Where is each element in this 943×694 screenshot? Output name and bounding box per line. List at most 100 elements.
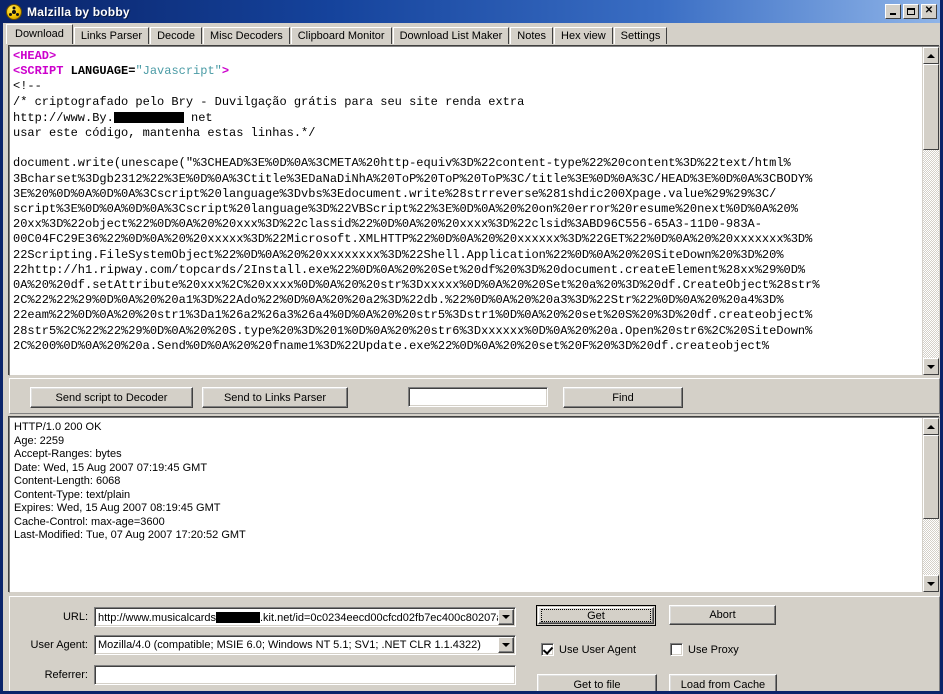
use-proxy-checkbox-row[interactable]: Use Proxy <box>670 643 739 656</box>
minimize-button[interactable] <box>885 4 901 19</box>
window-title: Malzilla by bobby <box>27 4 130 19</box>
referrer-input[interactable] <box>94 665 516 685</box>
tab-label: Decode <box>157 30 195 42</box>
user-agent-combobox[interactable]: Mozilla/4.0 (compatible; MSIE 6.0; Windo… <box>94 635 516 655</box>
button-label: Send script to Decoder <box>55 391 168 404</box>
tab-label: Links Parser <box>80 30 143 42</box>
script-body-line-2: 3E%20%0D%0A%0D%0A%3Cscript%20language%3D… <box>13 186 777 201</box>
url-combobox[interactable]: http://www.musicalcards .kit.net/id=0c023… <box>94 607 516 627</box>
header-line-8: Last-Modified: Tue, 07 Aug 2007 17:20:52… <box>14 529 246 541</box>
script-line-script-tag: <SCRIPT <box>13 64 64 79</box>
button-label: Abort <box>709 609 736 621</box>
script-line-url-post: net <box>183 110 213 125</box>
focus-ring <box>541 609 651 622</box>
header-line-7: Cache-Control: max-age=3600 <box>14 515 165 528</box>
maximize-icon <box>907 8 915 15</box>
chevron-down-icon <box>502 643 510 647</box>
script-source-text[interactable]: <HEAD> <SCRIPT LANGUAGE="Javascript"> <!… <box>10 47 922 375</box>
script-body-line-6: 22Scripting.FileSystemObject%22%0D%0A%20… <box>13 247 784 262</box>
use-user-agent-checkbox-row[interactable]: Use User Agent <box>541 643 636 656</box>
send-script-to-decoder-button[interactable]: Send script to Decoder <box>30 387 193 408</box>
http-headers-text[interactable]: HTTP/1.0 200 OK Age: 2259 Accept-Ranges:… <box>10 418 922 592</box>
chevron-down-icon <box>927 364 935 369</box>
tab-misc-decoders[interactable]: Misc Decoders <box>202 27 290 44</box>
close-button[interactable]: ✕ <box>921 4 937 19</box>
script-vertical-scrollbar[interactable] <box>922 47 939 375</box>
script-line-language-attr: LANGUAGE <box>63 64 129 79</box>
use-user-agent-label: Use User Agent <box>559 643 637 656</box>
find-button[interactable]: Find <box>563 387 683 408</box>
user-agent-label: User Agent: <box>30 639 88 651</box>
headers-scroll-track[interactable] <box>923 435 939 575</box>
tab-clipboard-monitor[interactable]: Clipboard Monitor <box>290 27 392 44</box>
headers-scroll-up-button[interactable] <box>923 418 939 435</box>
use-user-agent-checkbox[interactable] <box>541 643 554 656</box>
tab-hex-view[interactable]: Hex view <box>554 27 613 44</box>
maximize-button[interactable] <box>903 4 919 19</box>
get-button[interactable]: Get <box>536 605 656 626</box>
scroll-down-button[interactable] <box>923 358 939 375</box>
title-bar: Malzilla by bobby ✕ <box>3 0 940 23</box>
header-line-2: Accept-Ranges: bytes <box>14 448 122 460</box>
application-window: Malzilla by bobby ✕ Download Links Parse… <box>0 0 943 694</box>
tab-notes[interactable]: Notes <box>510 27 554 44</box>
abort-button[interactable]: Abort <box>669 605 776 625</box>
scroll-up-button[interactable] <box>923 47 939 64</box>
tab-download-list-maker[interactable]: Download List Maker <box>392 27 510 44</box>
headers-scroll-down-button[interactable] <box>923 575 939 592</box>
script-body-line-7: 22http://h1.ripway.com/topcards/2Install… <box>13 262 806 277</box>
script-line-gt: > <box>221 64 230 79</box>
header-line-0: HTTP/1.0 200 OK <box>14 421 102 433</box>
script-line-credit: /* criptografado pelo Bry - Duvilgação g… <box>13 94 525 109</box>
script-body-line-1: 3Bcharset%3Dgb2312%22%3E%0D%0A%3Ctitle%3… <box>13 171 813 186</box>
button-label: Find <box>612 391 634 404</box>
script-line-head-tag: <HEAD> <box>13 49 57 63</box>
url-value-post: .kit.net/id=0c0234eecd00cfcd02fb7ec400c8… <box>259 612 498 624</box>
chevron-down-icon <box>927 581 935 586</box>
url-value-pre: http://www.musicalcards <box>98 612 216 624</box>
url-label: URL: <box>62 611 88 623</box>
button-label: Load from Cache <box>680 678 766 691</box>
scroll-thumb[interactable] <box>923 64 939 150</box>
script-source-view[interactable]: <HEAD> <SCRIPT LANGUAGE="Javascript"> <!… <box>9 46 940 376</box>
main-tab-bar: Download Links Parser Decode Misc Decode… <box>3 23 940 44</box>
script-line-comment-open: <!-- <box>13 79 42 94</box>
download-tab-panel: <HEAD> <SCRIPT LANGUAGE="Javascript"> <!… <box>3 44 940 691</box>
tab-decode[interactable]: Decode <box>150 27 202 44</box>
script-body-line-11: 28str5%2C%22%22%29%0D%0A%20%20S.type%20%… <box>13 323 813 338</box>
header-line-5: Content-Type: text/plain <box>14 488 131 501</box>
script-actions-bar: Send script to Decoder Send to Links Par… <box>9 378 940 414</box>
get-to-file-button[interactable]: Get to file <box>537 674 657 691</box>
button-label: Send to Links Parser <box>223 391 327 404</box>
user-agent-value: Mozilla/4.0 (compatible; MSIE 6.0; Windo… <box>98 639 481 651</box>
close-icon: ✕ <box>924 5 934 16</box>
load-from-cache-button[interactable]: Load from Cache <box>669 674 777 691</box>
url-value: http://www.musicalcards .kit.net/id=0c023… <box>95 610 498 624</box>
header-line-4: Content-Length: 6068 <box>14 475 121 487</box>
url-dropdown-button[interactable] <box>498 609 514 625</box>
window-controls: ✕ <box>885 4 937 19</box>
tab-label: Misc Decoders <box>209 30 283 42</box>
find-input[interactable] <box>408 387 548 407</box>
use-proxy-label: Use Proxy <box>688 643 739 656</box>
header-line-1: Age: 2259 <box>14 434 65 447</box>
chevron-down-icon <box>502 615 510 619</box>
scroll-track[interactable] <box>923 64 939 358</box>
user-agent-dropdown-button[interactable] <box>498 637 514 653</box>
send-to-links-parser-button[interactable]: Send to Links Parser <box>202 387 348 408</box>
script-body-line-9: 2C%22%22%29%0D%0A%20%20a1%3D%22Ado%22%0D… <box>13 293 784 308</box>
tab-label: Settings <box>620 30 661 42</box>
header-line-6: Expires: Wed, 15 Aug 2007 08:19:45 GMT <box>14 502 221 514</box>
tab-download[interactable]: Download <box>6 24 73 44</box>
headers-vertical-scrollbar[interactable] <box>922 418 939 592</box>
tab-links-parser[interactable]: Links Parser <box>73 27 150 44</box>
tab-settings[interactable]: Settings <box>613 27 668 44</box>
http-headers-view[interactable]: HTTP/1.0 200 OK Age: 2259 Accept-Ranges:… <box>9 417 940 593</box>
headers-scroll-thumb[interactable] <box>923 435 939 519</box>
script-body-line-3: script%3E%0D%0A%0D%0A%3Cscript%20languag… <box>13 202 798 217</box>
tab-label: Download <box>15 28 64 40</box>
script-body-line-4: 20xx%3D%22object%22%0D%0A%20%20xxx%3D%22… <box>13 217 762 232</box>
script-body-line-5: 00C04FC29E36%22%0D%0A%20%20xxxxx%3D%22Mi… <box>13 232 813 247</box>
use-proxy-checkbox[interactable] <box>670 643 683 656</box>
header-line-3: Date: Wed, 15 Aug 2007 07:19:45 GMT <box>14 461 208 474</box>
